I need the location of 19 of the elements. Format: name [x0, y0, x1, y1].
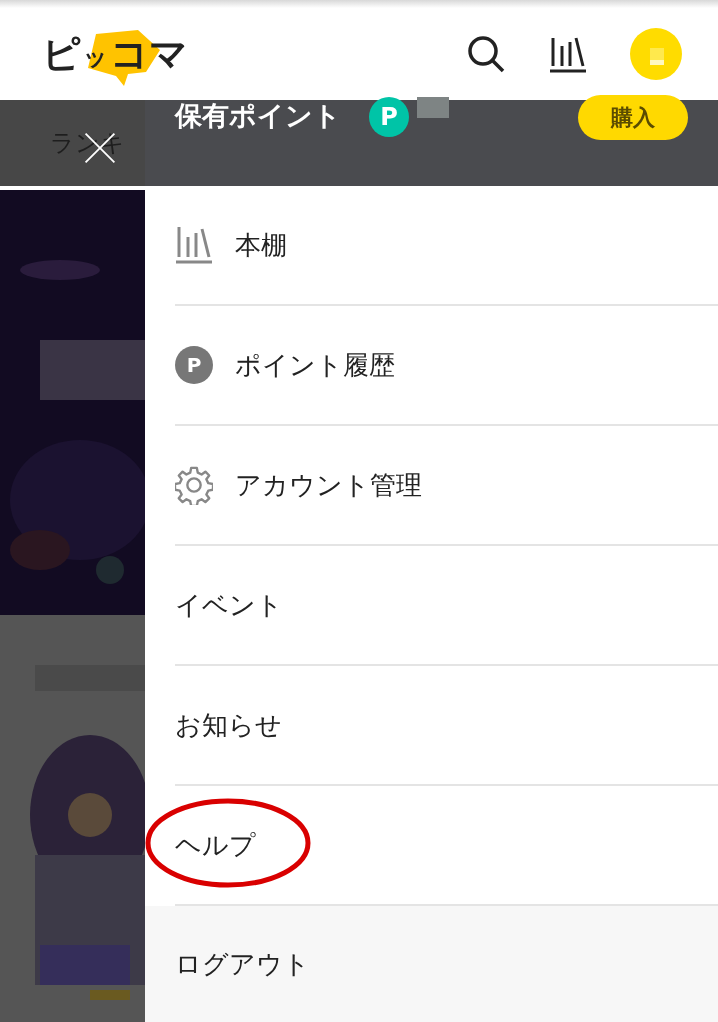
menu-item[interactable]: P ポイント履歴	[175, 306, 718, 426]
menu-label: ログアウト	[175, 947, 310, 981]
points-badge: P	[369, 97, 409, 137]
menu-label: お知らせ	[175, 708, 282, 742]
menu-label: ヘルプ	[175, 828, 256, 862]
menu-label: 本棚	[235, 228, 287, 262]
menu-item[interactable]: 本棚	[175, 186, 718, 306]
buy-button[interactable]: 購入	[578, 95, 688, 140]
menu-label: アカウント管理	[235, 468, 422, 502]
bookshelf-icon	[175, 225, 213, 265]
menu-item[interactable]: お知らせ	[175, 666, 718, 786]
settings-icon	[175, 465, 213, 505]
search-icon[interactable]	[466, 34, 506, 74]
menu-label: イベント	[175, 588, 283, 622]
menu-label: ポイント履歴	[235, 348, 395, 382]
points-icon: P	[175, 346, 213, 384]
points-label: 保有ポイント	[175, 100, 341, 132]
menu-item[interactable]: イベント	[175, 546, 718, 666]
menu-item[interactable]: アカウント管理	[175, 426, 718, 546]
